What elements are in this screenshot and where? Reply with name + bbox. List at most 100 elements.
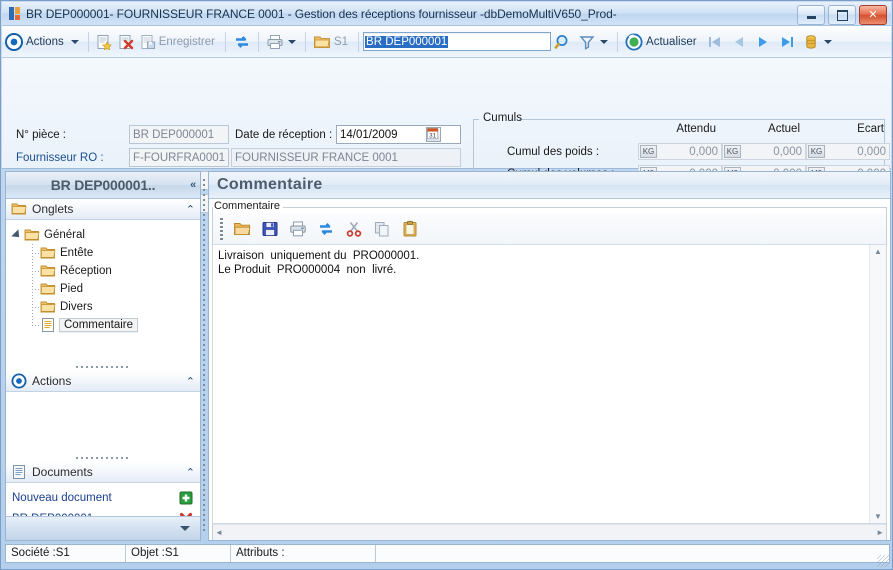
magnifier-icon <box>554 34 568 49</box>
paste-button[interactable] <box>396 216 424 242</box>
delete-button[interactable] <box>115 29 137 55</box>
collapse-sidebar-icon[interactable]: « <box>190 179 196 191</box>
scroll-left-icon[interactable]: ◄ <box>215 528 223 537</box>
tree-item-label: Commentaire <box>59 318 139 332</box>
calendar-icon[interactable]: 31 <box>426 127 441 142</box>
collapse-onglets-icon[interactable]: ⌃ <box>186 203 195 216</box>
search-input[interactable]: BR DEP000001 <box>363 32 552 51</box>
unit-badge: KG <box>724 145 741 158</box>
save-button[interactable] <box>256 216 284 242</box>
open-folder-icon <box>234 222 251 235</box>
delete-red-icon[interactable] <box>178 511 194 517</box>
section-header-documents[interactable]: Documents ⌃ <box>6 462 200 483</box>
cell-poids-actuel[interactable]: KG 0,000 <box>722 143 806 160</box>
status-bar: Société :S1 Objet :S1 Attributs : <box>5 544 890 563</box>
label-n-piece: N° pièce : <box>16 129 66 141</box>
field-date-reception[interactable]: 14/01/2009 <box>336 125 461 144</box>
funnel-icon <box>579 35 595 50</box>
resize-grip[interactable] <box>877 555 889 567</box>
chevron-down-icon[interactable] <box>823 39 832 44</box>
new-document-icon <box>97 34 112 50</box>
group-border <box>268 207 887 208</box>
scroll-down-icon[interactable]: ▼ <box>874 510 882 523</box>
window-title: BR DEP000001- FOURNISSEUR FRANCE 0001 - … <box>26 6 617 21</box>
print-button[interactable] <box>263 29 301 55</box>
save-button[interactable]: Enregistrer <box>137 29 221 55</box>
document-link-br[interactable]: BR DEP000001 <box>6 508 200 516</box>
section-header-actions[interactable]: Actions ⌃ <box>6 371 200 392</box>
refresh-icon <box>320 222 332 235</box>
commentaire-editor[interactable]: Livraison uniquement du PRO000001. Le Pr… <box>212 245 887 524</box>
section-splitter[interactable] <box>6 453 200 462</box>
nav-next-button[interactable] <box>751 29 775 55</box>
tree-node-general[interactable]: Général <box>11 226 200 244</box>
paste-icon <box>403 220 417 236</box>
minimize-button[interactable] <box>797 5 825 25</box>
actions-body <box>6 392 200 453</box>
scroll-right-icon[interactable]: ► <box>876 528 884 537</box>
refresh-button[interactable] <box>230 29 254 55</box>
add-green-icon[interactable] <box>178 490 194 506</box>
horizontal-scrollbar[interactable]: ◄ ► <box>212 524 887 540</box>
collapse-actions-icon[interactable]: ⌃ <box>186 375 195 388</box>
folder-icon <box>314 36 330 48</box>
copy-button[interactable] <box>368 216 396 242</box>
nav-next-icon <box>758 36 767 47</box>
new-button[interactable] <box>93 29 115 55</box>
sidebar-scroll-down[interactable] <box>6 516 200 540</box>
tree-item-divers[interactable]: Divers <box>28 298 200 316</box>
tree-item-pied[interactable]: Pied <box>28 280 200 298</box>
document-link-new[interactable]: Nouveau document <box>6 487 200 508</box>
nav-first-button[interactable] <box>703 29 727 55</box>
nav-last-icon <box>781 36 793 47</box>
commentaire-group: Commentaire Livraison uniquement du PRO0… <box>212 200 887 540</box>
field-n-piece[interactable]: BR DEP000001 <box>129 125 229 144</box>
filter-button[interactable] <box>575 29 613 55</box>
tree-guide <box>28 262 40 280</box>
collapse-documents-icon[interactable]: ⌃ <box>186 466 195 479</box>
section-title-documents: Documents <box>32 465 93 479</box>
chevron-down-icon[interactable] <box>600 39 609 44</box>
toolbar-grip[interactable] <box>220 217 223 240</box>
search-button[interactable] <box>551 29 575 55</box>
tree-item-label: Réception <box>60 265 112 277</box>
target-icon <box>5 32 23 51</box>
actions-menu[interactable]: Actions <box>2 29 84 55</box>
left-sidebar: BR DEP000001.. « Onglets ⌃ Général Entêt… <box>5 171 201 541</box>
print-button[interactable] <box>284 216 312 242</box>
document-icon <box>42 318 54 332</box>
row-label-poids: Cumul des poids : <box>507 146 600 158</box>
expander-icon[interactable] <box>11 229 23 241</box>
cell-poids-attendu[interactable]: KG 0,000 <box>638 143 722 160</box>
open-button[interactable] <box>228 216 256 242</box>
commentaire-text[interactable]: Livraison uniquement du PRO000001. Le Pr… <box>213 245 869 523</box>
cut-button[interactable] <box>340 216 368 242</box>
toolbar-separator <box>617 31 619 52</box>
header-form: N° pièce : BR DEP000001 Fournisseur RO :… <box>2 58 891 226</box>
close-button[interactable]: ✕ <box>859 5 887 25</box>
field-fournisseur-ro[interactable]: F-FOURFRA0001 <box>129 148 229 167</box>
section-header-onglets[interactable]: Onglets ⌃ <box>6 199 200 220</box>
nav-prev-button[interactable] <box>727 29 751 55</box>
caption-buttons: ✕ <box>797 5 887 25</box>
nav-last-button[interactable] <box>775 29 799 55</box>
tree-item-entete[interactable]: Entête <box>28 244 200 262</box>
refresh-button[interactable] <box>312 216 340 242</box>
label-fournisseur-ro: Fournisseur RO : <box>16 152 104 164</box>
vertical-splitter[interactable] <box>202 179 206 534</box>
status-attributs: Attributs : <box>231 545 376 562</box>
cell-poids-ecart[interactable]: KG 0,000 <box>806 143 890 160</box>
tree-item-reception[interactable]: Réception <box>28 262 200 280</box>
scroll-up-icon[interactable]: ▲ <box>874 245 882 258</box>
tree-node-label: Général <box>44 229 85 241</box>
actualiser-button[interactable]: Actualiser <box>622 29 703 55</box>
section-splitter[interactable] <box>6 362 200 371</box>
database-button[interactable] <box>799 29 837 55</box>
tree-item-commentaire[interactable]: Commentaire <box>28 316 200 334</box>
chevron-down-icon[interactable] <box>287 39 296 44</box>
maximize-button[interactable] <box>828 5 856 25</box>
folder-selector[interactable]: S1 <box>310 29 354 55</box>
vertical-scrollbar[interactable]: ▲ ▼ <box>869 245 886 523</box>
tree-item-label: Pied <box>60 283 84 295</box>
folder-label: S1 <box>333 35 349 48</box>
